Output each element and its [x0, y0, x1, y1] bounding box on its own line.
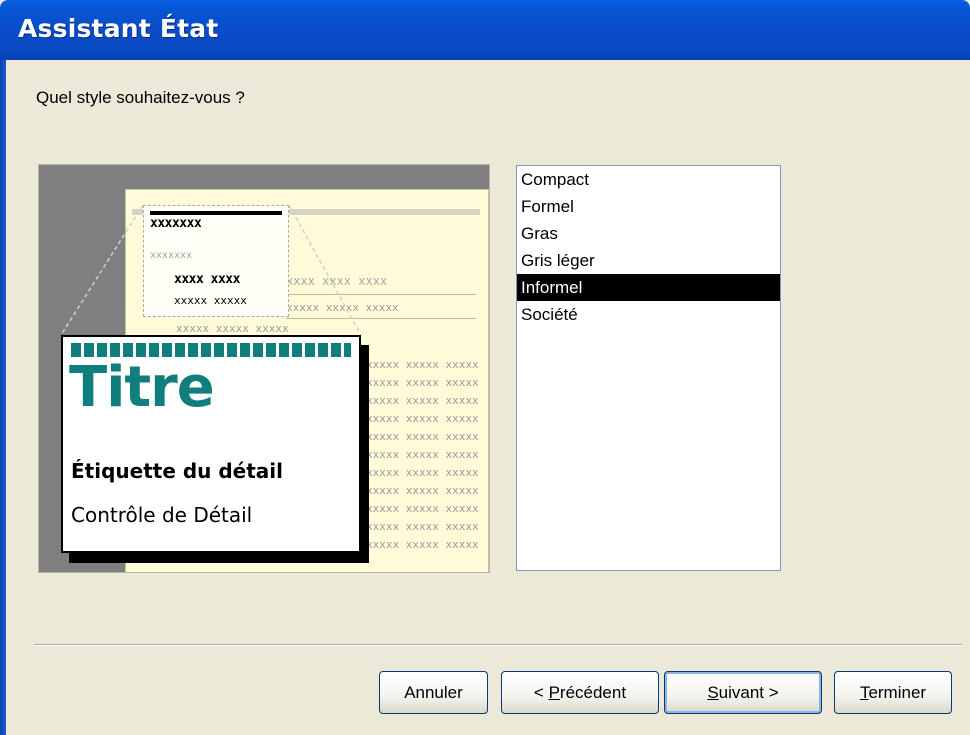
cancel-button[interactable]: Annuler	[379, 671, 488, 714]
style-option-compact[interactable]: Compact	[517, 166, 780, 193]
card-detail-label: Étiquette du détail	[71, 459, 284, 483]
style-option-formel[interactable]: Formel	[517, 193, 780, 220]
finish-button[interactable]: Terminer	[834, 671, 952, 714]
back-button[interactable]: < Précédent	[501, 671, 659, 714]
back-button-label: récédent	[559, 683, 627, 702]
question-label: Quel style souhaitez-vous ?	[36, 88, 245, 107]
title-bar[interactable]: Assistant État	[0, 0, 970, 60]
window-title: Assistant État	[18, 14, 219, 43]
style-option-gras[interactable]: Gras	[517, 220, 780, 247]
next-button[interactable]: Suivant >	[664, 671, 822, 714]
style-listbox[interactable]: Compact Formel Gras Gris léger Informel …	[516, 165, 781, 571]
back-button-prefix: <	[533, 683, 549, 702]
report-wizard-window: Assistant État Quel style souhaitez-vous…	[0, 0, 970, 735]
finish-button-label: erminer	[868, 683, 927, 702]
next-button-mnemonic: S	[707, 683, 719, 702]
style-option-gris-leger[interactable]: Gris léger	[517, 247, 780, 274]
button-separator	[34, 644, 962, 646]
cancel-button-label: Annuler	[404, 683, 463, 702]
style-option-societe[interactable]: Société	[517, 301, 780, 328]
card-detail-control: Contrôle de Détail	[71, 503, 253, 527]
next-button-label: uivant >	[718, 683, 779, 702]
style-preview: xxxx xxxx xxxx xxxxx xxxxx xxxxx xxxxx x…	[38, 164, 490, 573]
back-button-mnemonic: P	[548, 683, 560, 702]
preview-callout-card: Titre Étiquette du détail Contrôle de Dé…	[61, 335, 361, 553]
window-left-border	[0, 60, 6, 735]
style-option-informel[interactable]: Informel	[517, 274, 780, 301]
card-title: Titre	[69, 355, 215, 420]
